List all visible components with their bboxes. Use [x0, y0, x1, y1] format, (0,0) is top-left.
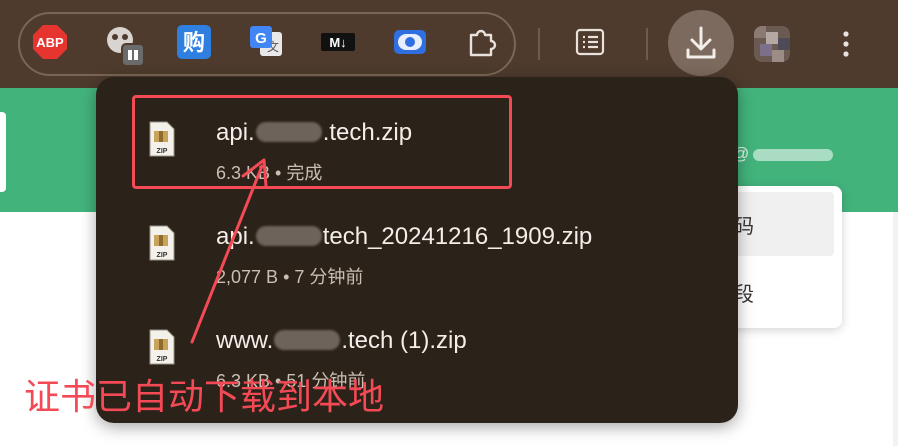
download-filename: api. tech_20241216_1909.zip — [216, 223, 593, 250]
adblock-plus-icon[interactable]: ABP — [32, 24, 68, 60]
redacted-text — [753, 148, 834, 161]
extensions-puzzle-icon[interactable] — [464, 24, 500, 60]
screen-record-icon[interactable] — [392, 24, 428, 60]
zip-file-icon: ZIP — [148, 225, 176, 261]
download-icon — [686, 26, 716, 59]
page-card-edge — [0, 112, 6, 192]
download-item[interactable]: ZIP api. tech_20241216_1909.zip 2,077 B •… — [96, 205, 738, 305]
zip-file-icon: ZIP — [148, 329, 176, 365]
svg-text:购: 购 — [183, 30, 205, 56]
annotation-highlight-box — [132, 95, 512, 189]
gouwu-extension-icon[interactable]: 购 — [176, 24, 212, 60]
svg-text:G: G — [255, 30, 267, 47]
svg-text:ZIP: ZIP — [157, 252, 168, 259]
toolbar-divider — [646, 28, 648, 60]
page-scroll-edge — [893, 212, 898, 446]
redacted-text — [274, 330, 341, 350]
downloads-button[interactable] — [668, 10, 734, 76]
markdown-icon[interactable]: M↓ — [320, 24, 356, 60]
profile-avatar[interactable] — [754, 26, 790, 62]
more-menu-icon[interactable] — [836, 28, 856, 60]
toolbar-divider — [538, 28, 540, 60]
ghost-extension-icon[interactable] — [104, 24, 145, 67]
reading-list-icon[interactable] — [572, 24, 612, 64]
svg-text:M↓: M↓ — [329, 35, 346, 50]
download-meta: 2,077 B • 7 分钟前 — [216, 267, 364, 287]
redacted-text — [255, 226, 322, 246]
svg-text:ABP: ABP — [36, 35, 64, 50]
browser-toolbar: ABP 购 文 G M↓ — [0, 0, 898, 88]
svg-text:ZIP: ZIP — [157, 356, 168, 363]
google-translate-icon[interactable]: 文 G — [248, 24, 284, 60]
annotation-text: 证书已自动下载到本地 — [24, 377, 385, 418]
download-filename: www. .tech (1).zip — [216, 327, 467, 354]
user-handle: @ — [732, 144, 834, 164]
